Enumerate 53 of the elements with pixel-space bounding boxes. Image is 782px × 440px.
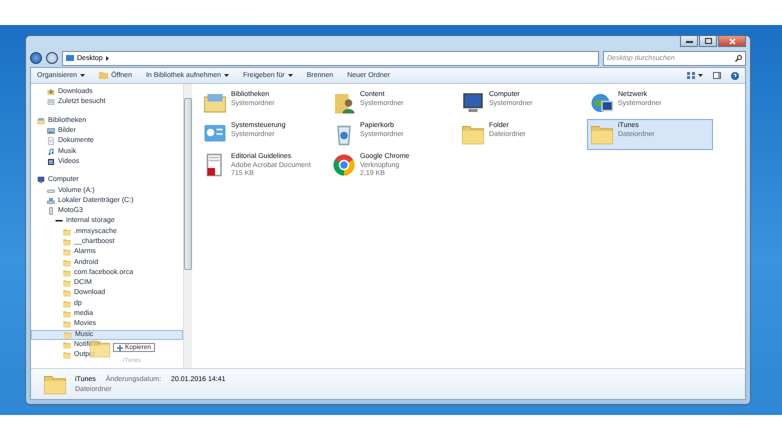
download-folder-icon [47, 88, 55, 96]
folder-icon [63, 300, 71, 308]
caret-icon [288, 74, 293, 78]
film-icon [47, 158, 55, 166]
folder-icon [63, 320, 71, 328]
caret-icon [698, 74, 703, 78]
folder-icon [63, 310, 71, 318]
library-icon [37, 116, 45, 125]
computer-icon [461, 91, 485, 115]
folder-icon [63, 351, 71, 360]
preview-pane-button[interactable] [713, 72, 721, 79]
view-options-button[interactable] [687, 72, 703, 79]
computer-icon [37, 176, 45, 184]
picture-icon [47, 127, 55, 136]
scroll-thumb[interactable] [184, 98, 192, 270]
folder-icon [63, 340, 71, 349]
help-icon [731, 72, 739, 80]
back-button[interactable] [30, 52, 42, 64]
folder-icon [63, 268, 71, 277]
folder-icon [63, 258, 71, 267]
folder-icon [99, 72, 108, 79]
folder-icon [63, 238, 71, 246]
chrome-icon [332, 153, 356, 177]
caret-icon [80, 74, 86, 78]
scrollbar[interactable] [183, 84, 192, 368]
music-note-icon [47, 148, 55, 156]
search-icon [735, 54, 742, 62]
pane-icon [713, 72, 721, 79]
document-icon [47, 137, 55, 146]
help-button[interactable] [731, 72, 739, 80]
folder-icon [63, 289, 71, 298]
view-icon [687, 72, 695, 79]
chevron-icon [106, 56, 110, 60]
phone-icon [47, 207, 55, 216]
globe-icon [590, 91, 614, 115]
close-icon [728, 38, 736, 44]
folder-icon [63, 228, 71, 236]
desktop-icon [66, 54, 74, 62]
caret-icon [224, 74, 230, 78]
maximize-icon [704, 38, 712, 44]
user-folder-icon [332, 91, 356, 115]
folder-icon [64, 330, 72, 339]
plus-icon [117, 344, 123, 350]
folder-icon [63, 248, 71, 256]
minimize-icon [686, 40, 692, 42]
forward-button[interactable] [46, 52, 58, 64]
close-button[interactable] [718, 36, 746, 47]
minimize-button[interactable] [680, 36, 698, 47]
maximize-button[interactable] [699, 36, 717, 47]
hard-disk-icon [47, 196, 55, 205]
recent-places-icon [47, 98, 55, 106]
library-icon [203, 91, 227, 115]
folder-icon [63, 279, 71, 288]
